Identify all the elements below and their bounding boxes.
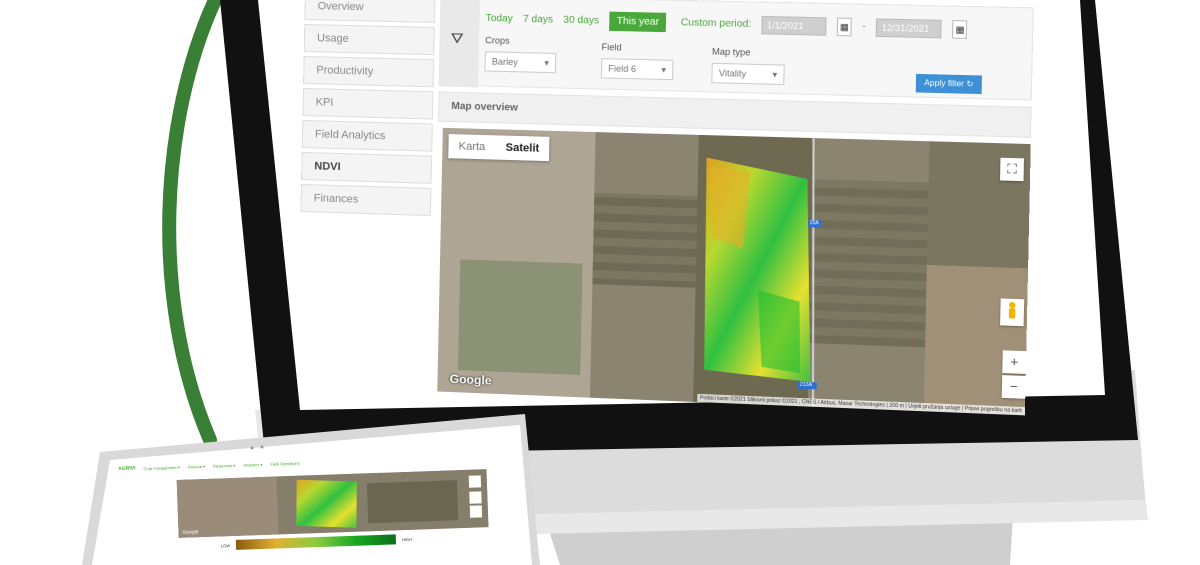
nav-analytics[interactable]: Analytics ▾ — [243, 461, 262, 467]
nav-resources[interactable]: Resources ▾ — [213, 462, 235, 468]
legend-high-label: HIGH — [401, 536, 413, 542]
laptop-device: AGRIVI Crop management ▾ Finance ▾ Resou… — [0, 0, 1200, 565]
laptop-screen: AGRIVI Crop management ▾ Finance ▾ Resou… — [118, 448, 521, 562]
nav-field-operations[interactable]: Field Operations — [270, 460, 300, 466]
ndvi-legend: LOW HIGH — [221, 534, 412, 551]
laptop-map[interactable]: Google — [176, 469, 489, 538]
legend-gradient-bar — [235, 534, 397, 550]
laptop-map-imagery — [176, 469, 489, 538]
nav-finance[interactable]: Finance ▾ — [188, 463, 206, 469]
nav-crop-management[interactable]: Crop management ▾ — [143, 464, 179, 470]
legend-low-label: LOW — [220, 542, 231, 548]
laptop-google-logo: Google — [182, 529, 199, 536]
agrivi-logo: AGRIVI — [118, 465, 136, 472]
